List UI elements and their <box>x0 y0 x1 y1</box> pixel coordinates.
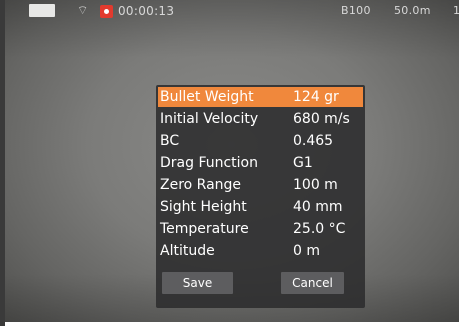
status-extra: 15 <box>453 4 459 17</box>
mode-indicator: B100 <box>341 4 371 17</box>
thermal-view: ⌔ 00:00:13 B100 50.0m 15 Bullet Weight 1… <box>5 0 459 322</box>
menu-item-value: 40 mm <box>293 199 343 215</box>
recording-time: 00:00:13 <box>118 4 175 18</box>
menu-item-label: BC <box>160 133 180 149</box>
status-bar: ⌔ 00:00:13 B100 50.0m 15 <box>5 0 459 22</box>
menu-item-label: Bullet Weight <box>160 89 254 105</box>
signal-icon: ⌔ <box>77 3 89 17</box>
menu-item-value: 680 m/s <box>293 111 350 127</box>
menu-item-label: Zero Range <box>160 177 242 193</box>
menu-item-drag-function[interactable]: Drag Function G1 <box>158 153 363 173</box>
menu-item-value: 124 gr <box>293 89 339 105</box>
menu-item-label: Initial Velocity <box>160 111 259 127</box>
menu-item-zero-range[interactable]: Zero Range 100 m <box>158 175 363 195</box>
menu-item-sight-height[interactable]: Sight Height 40 mm <box>158 197 363 217</box>
menu-item-value: 25.0 °C <box>293 221 346 237</box>
menu-item-label: Drag Function <box>160 155 258 171</box>
menu-item-value: G1 <box>293 155 313 171</box>
menu-item-temperature[interactable]: Temperature 25.0 °C <box>158 219 363 239</box>
menu-item-label: Temperature <box>160 221 249 237</box>
ballistic-settings-menu: Bullet Weight 124 gr Initial Velocity 68… <box>156 85 365 308</box>
menu-item-bullet-weight[interactable]: Bullet Weight 124 gr <box>158 87 363 107</box>
menu-item-value: 100 m <box>293 177 338 193</box>
range-readout: 50.0m <box>394 4 431 17</box>
menu-item-label: Altitude <box>160 243 215 259</box>
record-icon <box>100 5 113 18</box>
logo-icon <box>29 4 55 17</box>
menu-item-label: Sight Height <box>160 199 247 215</box>
cancel-button[interactable]: Cancel <box>281 272 344 294</box>
menu-item-value: 0.465 <box>293 133 334 149</box>
menu-item-initial-velocity[interactable]: Initial Velocity 680 m/s <box>158 109 363 129</box>
save-button[interactable]: Save <box>162 272 233 294</box>
menu-item-bc[interactable]: BC 0.465 <box>158 131 363 151</box>
menu-item-altitude[interactable]: Altitude 0 m <box>158 241 363 261</box>
menu-item-value: 0 m <box>293 243 320 259</box>
